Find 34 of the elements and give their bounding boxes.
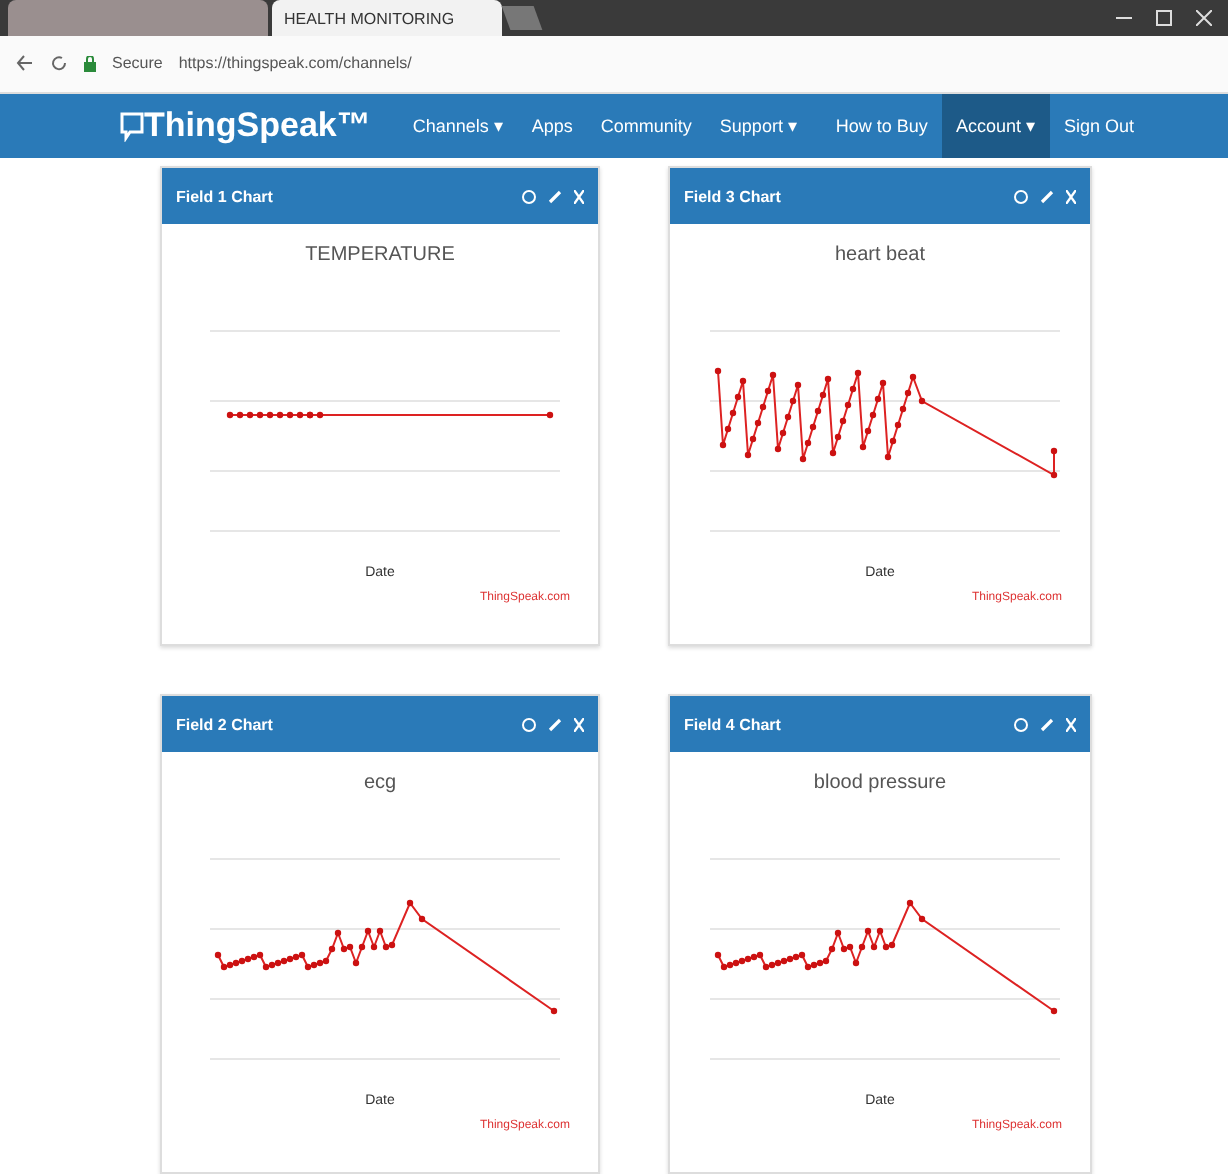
pencil-icon[interactable]	[548, 717, 562, 731]
reload-icon[interactable]	[50, 54, 68, 73]
card-title: Field 3 Chart	[684, 187, 781, 205]
url-text[interactable]: https://thingspeak.com/channels/	[178, 54, 412, 73]
comment-icon[interactable]	[522, 717, 536, 731]
nav-link[interactable]: Sign Out	[1049, 93, 1148, 158]
chart-title: ecg	[363, 772, 397, 794]
chart-title: TEMPERATURE	[305, 244, 455, 266]
comment-icon[interactable]	[1014, 717, 1028, 731]
nav-link[interactable]: Apps	[517, 93, 587, 158]
card-title: Field 4 Chart	[684, 715, 781, 733]
comment-icon[interactable]	[1014, 189, 1028, 203]
brand-logo[interactable]: ThingSpeak™	[144, 93, 371, 158]
nav-link[interactable]: Community	[586, 93, 706, 158]
card-title: Field 2 Chart	[176, 715, 273, 733]
nav-link[interactable]: How to Buy	[821, 93, 942, 158]
back-icon[interactable]	[16, 54, 34, 73]
pencil-icon[interactable]	[1040, 717, 1054, 731]
close-icon[interactable]	[1196, 10, 1212, 26]
comment-icon[interactable]	[522, 189, 536, 203]
lock-icon	[84, 55, 96, 72]
card-title: Field 1 Chart	[176, 187, 273, 205]
chart-title: blood pressure	[813, 772, 947, 794]
security-label: Secure	[112, 54, 163, 73]
nav-link[interactable]: Account ▾	[941, 93, 1050, 158]
browser-tab[interactable]: HEALTH MONITORING	[272, 0, 502, 36]
speech-bubble-icon	[120, 109, 144, 142]
chart-title: heart beat	[834, 244, 926, 266]
maximize-icon[interactable]	[1156, 10, 1172, 26]
new-tab-button[interactable]	[501, 6, 543, 30]
nav-link[interactable]: Support ▾	[705, 93, 812, 158]
pencil-icon[interactable]	[1040, 189, 1054, 203]
pencil-icon[interactable]	[548, 189, 562, 203]
nav-link[interactable]: Channels ▾	[398, 93, 518, 158]
